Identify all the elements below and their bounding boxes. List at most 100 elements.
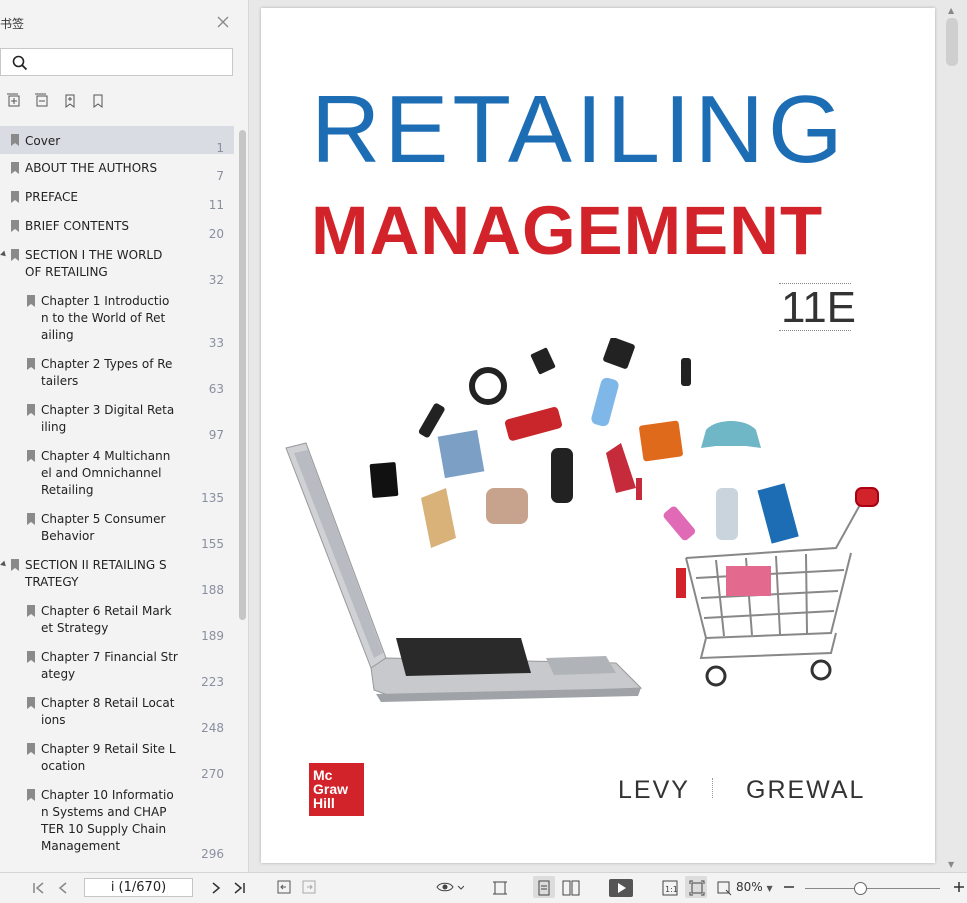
bookmark-page: 1 — [216, 141, 224, 155]
author-name: LEVY — [618, 776, 690, 804]
bookmark-flag-icon — [11, 249, 19, 261]
bookmark-flag-icon — [11, 191, 19, 203]
bookmark-page: 248 — [201, 721, 224, 735]
bookmark-flag-icon — [27, 605, 35, 617]
slideshow-play-icon[interactable] — [609, 879, 633, 897]
cover-title-line1: RETAILING — [311, 76, 847, 183]
search-input[interactable] — [0, 48, 233, 76]
bookmark-page: 20 — [208, 227, 224, 241]
fit-width-icon[interactable] — [492, 880, 508, 896]
bookmark-list: Cover 1 ABOUT THE AUTHORS 7 PREFACE 11 B… — [0, 124, 236, 872]
bookmark-item[interactable]: Chapter 10 Informatio n Systems and CHAP… — [0, 787, 234, 861]
panel-title: 书签 — [0, 17, 25, 31]
bookmark-item[interactable]: BRIEF CONTENTS 20 — [0, 218, 234, 242]
bookmark-label: SECTION II RETAILING S TRATEGY — [25, 558, 167, 589]
bookmark-page: 11 — [208, 198, 224, 212]
bookmark-item[interactable]: Chapter 8 Retail Locat ions 248 — [0, 695, 234, 735]
bookmarks-panel: 书签 Cover 1 ABOUT THE AUTHORS 7 PREFACE 1… — [0, 0, 249, 872]
collapse-arrow-icon[interactable] — [0, 560, 8, 569]
bookmark-flag-icon — [11, 220, 19, 232]
publisher-logo: Mc Graw Hill — [309, 763, 364, 816]
single-page-icon[interactable] — [537, 880, 551, 896]
bookmark-page: 189 — [201, 629, 224, 643]
eye-view-icon[interactable] — [436, 880, 464, 894]
zoom-slider-handle[interactable] — [854, 882, 867, 895]
scroll-down-arrow[interactable]: ▼ — [948, 860, 954, 869]
fit-page-icon[interactable] — [689, 880, 705, 896]
zoom-mode-icon[interactable] — [716, 880, 732, 896]
logo-text: Graw — [313, 781, 349, 797]
bookmark-item[interactable]: Chapter 5 Consumer Behavior 155 — [0, 511, 234, 551]
bookmark-page: 63 — [208, 382, 224, 396]
author-separator — [712, 778, 713, 798]
bookmark-item[interactable]: Cover 1 — [0, 126, 234, 155]
bookmark-label: Chapter 1 Introductio n to the World of … — [41, 294, 170, 342]
bookmark-flag-icon — [27, 513, 35, 525]
laptop-image — [285, 442, 643, 702]
bookmark-item[interactable]: Chapter 1 Introductio n to the World of … — [0, 293, 234, 350]
bookmark-section[interactable]: SECTION I THE WORLD OF RETAILING 32 — [0, 247, 234, 287]
bookmark-page: 296 — [201, 847, 224, 861]
zoom-level[interactable]: 80% ▼ — [736, 880, 773, 894]
floating-products — [369, 338, 799, 548]
two-page-icon[interactable] — [562, 880, 580, 896]
bookmark-item[interactable]: Chapter 4 Multichann el and Omnichannel … — [0, 448, 234, 505]
last-page-icon[interactable] — [232, 881, 246, 895]
scroll-up-arrow[interactable]: ▲ — [948, 6, 954, 15]
divider — [779, 330, 851, 331]
bookmark-item[interactable]: Chapter 7 Financial Str ategy 223 — [0, 649, 234, 689]
pdf-page: RETAILING MANAGEMENT 11E Mc Graw Hill LE… — [261, 8, 935, 863]
bookmark-item[interactable]: Chapter 3 Digital Reta iling 97 — [0, 402, 234, 442]
bookmark-item[interactable]: ABOUT THE AUTHORS 7 — [0, 160, 234, 184]
bookmark-item[interactable]: PREFACE 11 — [0, 189, 234, 213]
bookmark-label: Chapter 7 Financial Str ategy — [41, 650, 178, 681]
zoom-dropdown-icon[interactable]: ▼ — [767, 884, 773, 893]
zoom-out-icon[interactable] — [783, 881, 795, 893]
collapse-arrow-icon[interactable] — [0, 250, 8, 259]
svg-text:1:1: 1:1 — [665, 885, 678, 894]
bookmark-page: 155 — [201, 537, 224, 551]
bookmark-flag-icon — [27, 295, 35, 307]
bookmark-flag-icon — [27, 358, 35, 370]
bookmark-label: Chapter 3 Digital Reta iling — [41, 403, 175, 434]
page-number-input[interactable]: i (1/670) — [84, 878, 193, 897]
bookmark-label: SECTION I THE WORLD OF RETAILING — [25, 248, 163, 279]
bookmark-flag-icon — [27, 404, 35, 416]
bookmark-label: Chapter 4 Multichann el and Omnichannel … — [41, 449, 171, 497]
forward-icon[interactable] — [302, 880, 316, 894]
zoom-value: 80% — [736, 880, 763, 894]
bookmark-section[interactable]: SECTION II RETAILING S TRATEGY 188 — [0, 557, 234, 597]
expand-all-icon[interactable] — [6, 93, 22, 109]
prev-page-icon[interactable] — [56, 881, 70, 895]
zoom-slider[interactable] — [805, 888, 940, 889]
bookmark-icon[interactable] — [90, 93, 106, 109]
actual-size-icon[interactable]: 1:1 — [662, 880, 678, 896]
cover-title-line2: MANAGEMENT — [311, 192, 824, 269]
bottom-toolbar: i (1/670) 1:1 80% ▼ — [0, 872, 967, 903]
bookmark-item[interactable]: Chapter 2 Types of Re tailers 63 — [0, 356, 234, 396]
collapse-all-icon[interactable] — [34, 93, 50, 109]
logo-text: Hill — [313, 795, 335, 811]
zoom-in-icon[interactable] — [953, 881, 965, 893]
bookmark-page: 97 — [208, 428, 224, 442]
bookmark-page: 7 — [216, 169, 224, 183]
bookmark-label: Chapter 10 Informatio n Systems and CHAP… — [41, 788, 174, 853]
close-icon[interactable] — [216, 15, 230, 29]
page-scrollbar[interactable] — [946, 18, 958, 66]
sidebar-scrollbar[interactable] — [239, 130, 246, 620]
bookmark-page: 188 — [201, 583, 224, 597]
cover-illustration — [285, 338, 879, 702]
back-icon[interactable] — [277, 880, 291, 894]
bookmark-label: PREFACE — [25, 190, 78, 204]
bookmark-label: Chapter 8 Retail Locat ions — [41, 696, 175, 727]
first-page-icon[interactable] — [32, 881, 46, 895]
next-page-icon[interactable] — [209, 881, 223, 895]
bookmark-item[interactable]: Chapter 9 Retail Site L ocation 270 — [0, 741, 234, 781]
bookmark-label: Cover — [25, 134, 61, 148]
bookmark-page: 135 — [201, 491, 224, 505]
bookmark-flag-icon — [27, 743, 35, 755]
add-bookmark-icon[interactable] — [62, 93, 78, 109]
bookmark-page: 33 — [208, 336, 224, 350]
bookmark-label: Chapter 2 Types of Re tailers — [41, 357, 173, 388]
bookmark-item[interactable]: Chapter 6 Retail Mark et Strategy 189 — [0, 603, 234, 643]
